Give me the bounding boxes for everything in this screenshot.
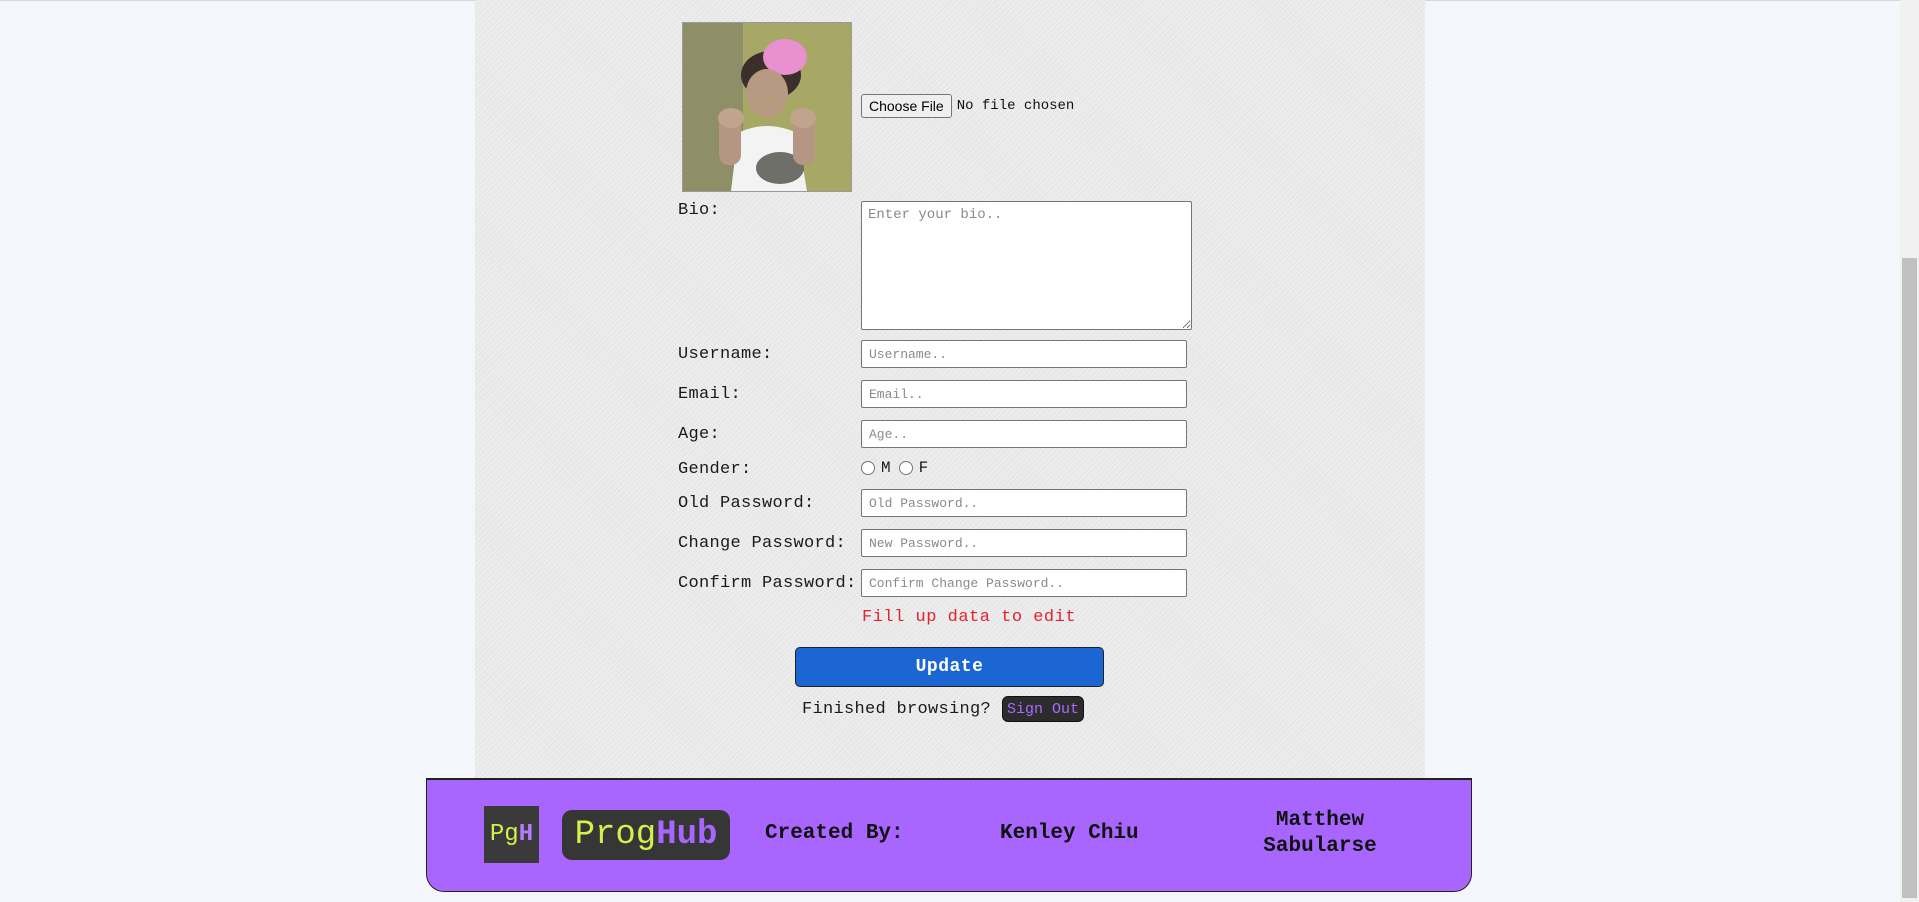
sign-out-button[interactable]: Sign Out [1002,696,1085,722]
page-scrollbar[interactable] [1900,0,1919,902]
proghub-logo: Prog Hub [562,810,730,860]
form-error-message: Fill up data to edit [862,608,1077,627]
username-label: Username: [678,345,773,364]
old-password-label: Old Password: [678,494,815,513]
email-input[interactable] [861,380,1187,408]
gender-radio-f[interactable] [898,461,913,475]
pgh-logo-small: Pg H [484,806,539,863]
signout-row: Finished browsing? Sign Out [802,696,1085,722]
new-password-input[interactable] [861,529,1187,557]
avatar-photo [683,23,851,191]
file-upload: Choose File No file chosen [861,94,1074,118]
author-matthew-last: Sabularse [1263,835,1377,858]
gender-label: Gender: [678,460,752,479]
update-button[interactable]: Update [795,647,1104,687]
change-password-label: Change Password: [678,534,847,553]
gender-option-f-label: F [918,459,929,477]
scrollbar-thumb[interactable] [1902,258,1917,898]
choose-file-button[interactable]: Choose File [861,94,952,118]
old-password-input[interactable] [861,489,1187,517]
signout-prompt: Finished browsing? [802,699,992,719]
age-label: Age: [678,425,721,444]
pgh-logo-small-part1: Pg [489,821,519,848]
file-status: No file chosen [956,98,1075,114]
gender-option-m-label: M [881,459,891,477]
age-input[interactable] [861,420,1187,448]
author-kenley: Kenley Chiu [1000,822,1139,845]
username-input[interactable] [861,340,1187,368]
gender-radio-m[interactable] [861,461,875,475]
created-by-label: Created By: [765,822,904,845]
gender-options: M F [861,459,936,477]
proghub-logo-part1: Prog [574,816,657,854]
author-matthew: Matthew Sabularse [1250,808,1390,860]
bio-textarea[interactable] [861,201,1192,330]
email-label: Email: [678,385,742,404]
proghub-logo-part2: Hub [656,816,718,854]
confirm-password-input[interactable] [861,569,1187,597]
author-matthew-first: Matthew [1275,809,1365,832]
confirm-password-label: Confirm Password: [678,574,857,593]
profile-avatar [682,22,852,192]
pgh-logo-small-part2: H [518,821,534,848]
bio-label: Bio: [678,201,721,220]
